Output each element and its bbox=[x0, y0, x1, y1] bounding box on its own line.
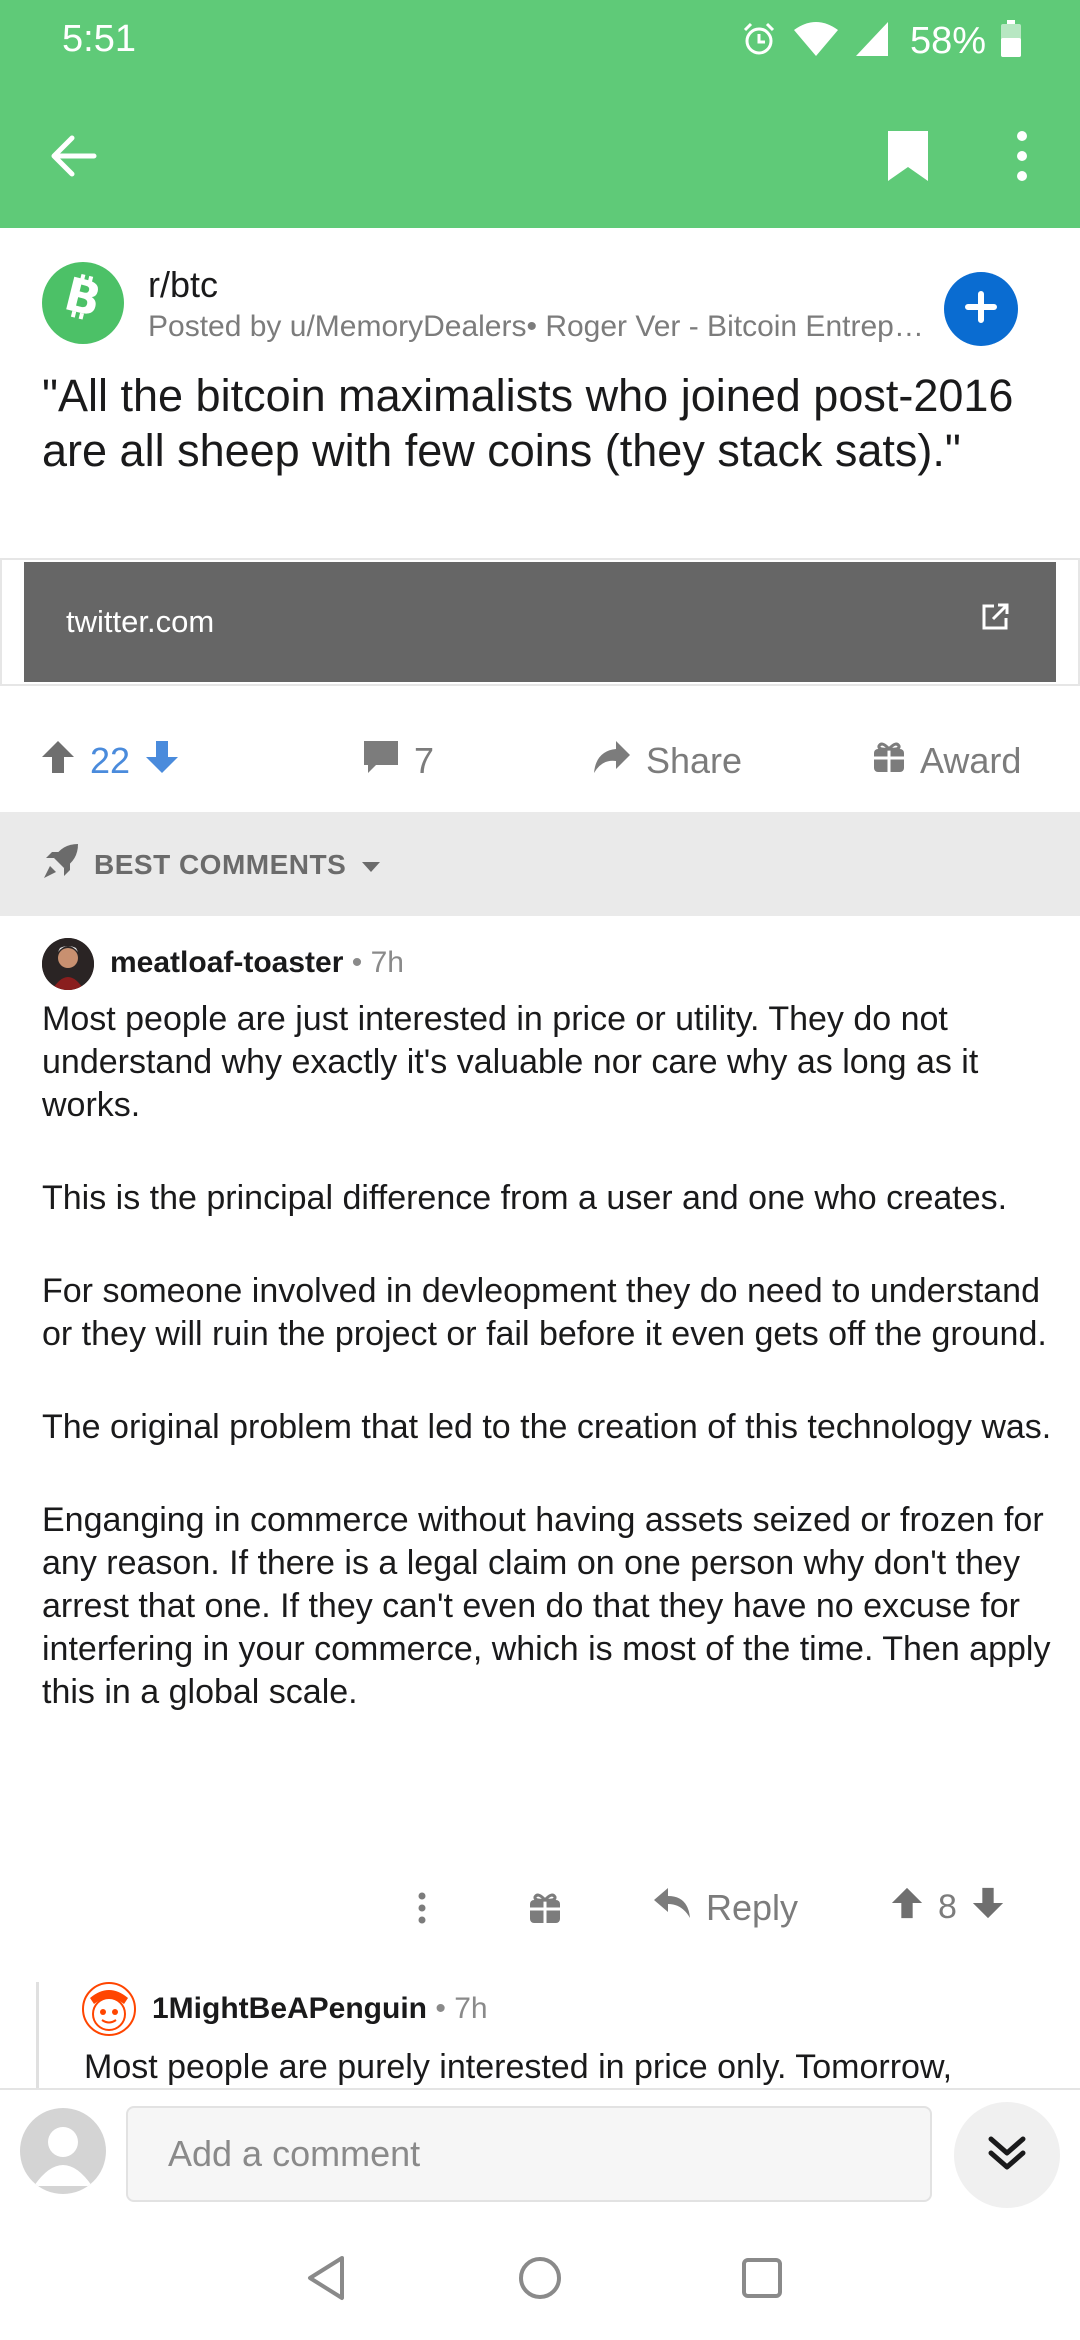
comment-paragraph: The original problem that led to the cre… bbox=[42, 1408, 1052, 1446]
vertical-dots-icon bbox=[1016, 130, 1028, 187]
comments-button[interactable]: 7 bbox=[362, 736, 434, 786]
reply-author[interactable]: 1MightBeAPenguin bbox=[152, 1992, 427, 2025]
nav-recents-button[interactable] bbox=[734, 2252, 790, 2308]
app-bar bbox=[0, 84, 1080, 228]
comment-award-button[interactable] bbox=[528, 1886, 568, 1934]
reply-button[interactable]: Reply bbox=[652, 1886, 798, 1929]
meta-separator: • bbox=[351, 946, 371, 979]
battery-icon bbox=[1000, 19, 1022, 63]
comment-paragraph: This is the principal difference from a … bbox=[42, 1179, 1008, 1217]
meta-separator: • bbox=[435, 1992, 455, 2025]
share-arrow-icon bbox=[592, 739, 632, 784]
comment-time: 7h bbox=[370, 946, 404, 979]
comment-paragraph: Enganging in commerce without having ass… bbox=[42, 1501, 1051, 1711]
add-comment-input[interactable]: Add a comment bbox=[126, 2106, 932, 2202]
comment-meta: meatloaf-toaster • 7h bbox=[110, 946, 404, 980]
status-time: 5:51 bbox=[62, 18, 136, 60]
comment-paragraph: Most people are just interested in price… bbox=[42, 1000, 979, 1124]
post-actions: 22 7 Share Award bbox=[0, 712, 1080, 808]
downvote-icon[interactable] bbox=[971, 1886, 1005, 1929]
reply-arrow-icon bbox=[652, 1886, 692, 1929]
reply-meta: 1MightBeAPenguin • 7h bbox=[152, 1992, 488, 2026]
comment-paragraph: For someone involved in devleopment they… bbox=[42, 1272, 1047, 1353]
thread-line[interactable] bbox=[36, 1982, 39, 2088]
comment-author[interactable]: meatloaf-toaster bbox=[110, 946, 343, 979]
subreddit-avatar[interactable]: B bbox=[42, 262, 124, 344]
reply-author-avatar[interactable] bbox=[82, 1982, 136, 2036]
downvote-icon[interactable] bbox=[144, 739, 180, 784]
award-button[interactable]: Award bbox=[872, 736, 1021, 786]
share-button[interactable]: Share bbox=[592, 736, 742, 786]
status-bar: 5:51 58% bbox=[0, 0, 1080, 84]
jump-to-next-button[interactable] bbox=[954, 2102, 1060, 2208]
comment-sort-bar[interactable]: BEST COMMENTS bbox=[0, 812, 1080, 916]
circle-home-icon bbox=[516, 2254, 564, 2307]
bitcoin-logo-icon: B bbox=[53, 266, 113, 340]
comment-bubble-icon bbox=[362, 739, 400, 784]
plus-icon bbox=[964, 290, 998, 329]
caret-down-icon bbox=[360, 849, 382, 881]
square-recents-icon bbox=[740, 2256, 784, 2305]
rocket-icon bbox=[42, 842, 80, 887]
save-post-button[interactable] bbox=[868, 118, 948, 198]
upvote-icon[interactable] bbox=[890, 1886, 924, 1929]
battery-percent: 58% bbox=[909, 19, 986, 62]
share-label: Share bbox=[646, 740, 743, 781]
link-preview[interactable]: twitter.com bbox=[24, 562, 1056, 682]
post-byline[interactable]: Posted by u/MemoryDealers• Roger Ver - B… bbox=[148, 310, 928, 344]
award-label: Award bbox=[920, 740, 1022, 781]
comment-count: 7 bbox=[414, 740, 435, 781]
back-button[interactable] bbox=[36, 120, 112, 196]
gift-icon bbox=[872, 740, 906, 783]
external-link-icon bbox=[980, 602, 1016, 638]
triangle-back-icon bbox=[304, 2254, 348, 2307]
gift-icon bbox=[528, 1891, 562, 1930]
post-score: 22 bbox=[90, 740, 131, 781]
signal-icon bbox=[854, 20, 890, 63]
comment-actions: Reply 8 bbox=[0, 1880, 1080, 1940]
nav-home-button[interactable] bbox=[512, 2252, 568, 2308]
vertical-dots-icon bbox=[418, 1892, 426, 1929]
overflow-menu-button[interactable] bbox=[996, 118, 1048, 198]
arrow-left-icon bbox=[50, 134, 98, 183]
double-chevron-down-icon bbox=[987, 2133, 1027, 2178]
reply-time: 7h bbox=[454, 1992, 488, 2025]
user-avatar[interactable] bbox=[20, 2108, 106, 2194]
comment-composer: Add a comment bbox=[0, 2088, 1080, 2216]
post-vote-group: 22 bbox=[40, 736, 180, 786]
system-nav-bar bbox=[0, 2216, 1080, 2340]
reply-comment: 1MightBeAPenguin • 7h Most people are pu… bbox=[0, 1968, 1080, 2088]
bookmark-icon bbox=[886, 129, 930, 188]
subreddit-name[interactable]: r/btc bbox=[148, 264, 218, 306]
comment-score: 8 bbox=[938, 1888, 957, 1926]
sort-label: BEST COMMENTS bbox=[94, 848, 347, 880]
join-subreddit-button[interactable] bbox=[944, 272, 1018, 346]
reply-label: Reply bbox=[706, 1886, 799, 1928]
post-title: "All the bitcoin maximalists who joined … bbox=[42, 370, 1014, 476]
comment-more-button[interactable] bbox=[406, 1880, 438, 1940]
upvote-icon[interactable] bbox=[40, 739, 76, 784]
comment-body: Most people are just interested in price… bbox=[42, 998, 1062, 1764]
sort-selector[interactable]: BEST COMMENTS bbox=[42, 842, 382, 887]
commenter-avatar[interactable] bbox=[42, 938, 94, 990]
add-comment-placeholder: Add a comment bbox=[168, 2133, 421, 2174]
status-icons: 58% bbox=[740, 16, 1022, 66]
alarm-icon bbox=[740, 20, 778, 63]
link-domain: twitter.com bbox=[66, 604, 215, 639]
reply-body: Most people are purely interested in pri… bbox=[84, 2048, 953, 2086]
nav-back-button[interactable] bbox=[298, 2252, 354, 2308]
wifi-icon bbox=[792, 20, 840, 63]
comment-vote-group: 8 bbox=[890, 1886, 1005, 1929]
